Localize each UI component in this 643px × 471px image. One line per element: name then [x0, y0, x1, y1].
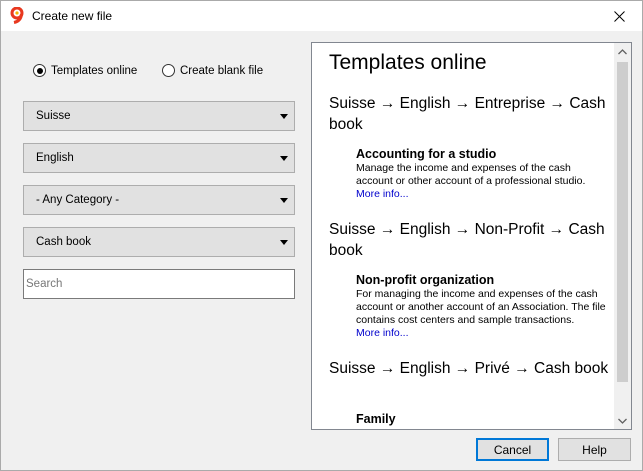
language-dropdown[interactable]: English — [23, 143, 295, 173]
templates-heading: Templates online — [329, 51, 487, 74]
templates-online-radio[interactable] — [33, 64, 46, 77]
template-description: Manage the income and expenses of the ca… — [356, 162, 586, 187]
chevron-up-icon — [618, 48, 627, 54]
template-title[interactable]: Family — [356, 412, 608, 427]
country-value: Suisse — [36, 110, 71, 122]
window-title: Create new file — [32, 9, 113, 23]
create-new-file-dialog: Create new file Templates online Create … — [0, 0, 643, 471]
app-logo-icon — [10, 7, 24, 24]
category-dropdown[interactable]: - Any Category - — [23, 185, 295, 215]
file-type-dropdown[interactable]: Cash book — [23, 227, 295, 257]
templates-content: Templates online Suisse → English → Entr… — [312, 43, 614, 429]
blank-file-radio[interactable] — [162, 64, 175, 77]
scroll-down-button[interactable] — [614, 412, 631, 429]
close-icon — [614, 10, 625, 22]
scroll-up-button[interactable] — [614, 43, 631, 60]
more-info-link[interactable]: More info... — [356, 327, 608, 340]
file-type-value: Cash book — [36, 236, 91, 248]
template-item: Accounting for a studio Manage the incom… — [356, 147, 608, 201]
more-info-link[interactable]: More info... — [356, 188, 608, 201]
category-path: Suisse → English → Non-Profit → Cash boo… — [329, 221, 605, 259]
template-description: For managing the income and expenses of … — [356, 288, 606, 326]
dropdown-arrow-icon — [280, 114, 288, 119]
template-item: Family — [356, 412, 608, 427]
templates-online-label: Templates online — [51, 64, 138, 77]
title-bar: Create new file — [1, 1, 642, 31]
dropdown-arrow-icon — [280, 156, 288, 161]
close-button[interactable] — [597, 1, 642, 31]
help-button[interactable]: Help — [558, 438, 631, 461]
templates-online-option[interactable]: Templates online — [33, 64, 137, 77]
blank-file-option[interactable]: Create blank file — [162, 64, 263, 77]
dropdown-arrow-icon — [280, 240, 288, 245]
template-title[interactable]: Accounting for a studio — [356, 147, 608, 162]
country-dropdown[interactable]: Suisse — [23, 101, 295, 131]
chevron-down-icon — [618, 418, 627, 424]
scrollbar-thumb[interactable] — [617, 62, 628, 382]
blank-file-label: Create blank file — [180, 64, 264, 77]
template-title[interactable]: Non-profit organization — [356, 273, 608, 288]
search-input[interactable] — [23, 269, 295, 299]
category-value: - Any Category - — [36, 194, 120, 206]
language-value: English — [36, 152, 74, 164]
template-item: Non-profit organization For managing the… — [356, 273, 608, 340]
dropdown-arrow-icon — [280, 198, 288, 203]
category-path: Suisse → English → Privé → Cash book — [329, 360, 609, 377]
cancel-button[interactable]: Cancel — [476, 438, 549, 461]
category-path: Suisse → English → Entreprise → Cash boo… — [329, 95, 606, 133]
templates-browser: Templates online Suisse → English → Entr… — [311, 42, 632, 430]
vertical-scrollbar[interactable] — [614, 43, 631, 429]
